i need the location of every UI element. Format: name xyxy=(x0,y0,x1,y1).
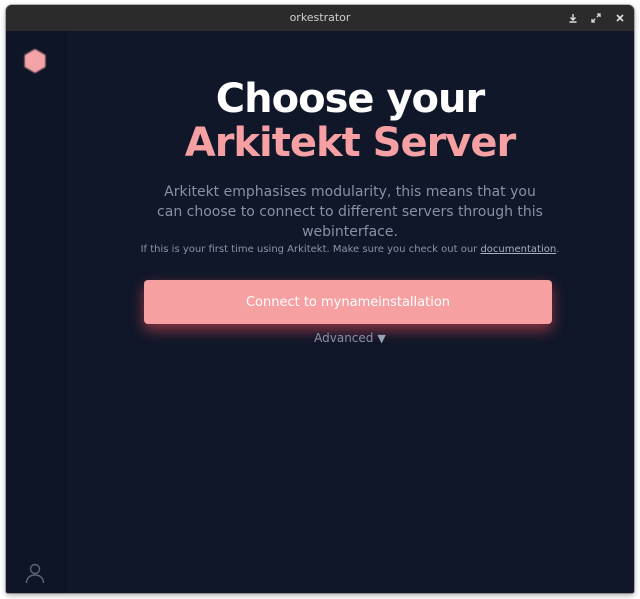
hexagon-logo-icon[interactable] xyxy=(22,48,48,74)
heading-line-2: Arkitekt Server xyxy=(184,120,517,166)
triangle-down-icon: ▼ xyxy=(377,332,386,345)
download-icon[interactable] xyxy=(565,10,581,26)
main-content: Choose your Arkitekt Server Arkitekt emp… xyxy=(66,31,634,593)
documentation-link[interactable]: documentation xyxy=(480,244,556,255)
maximize-icon[interactable] xyxy=(588,10,604,26)
page-title: Choose your Arkitekt Server xyxy=(66,77,634,165)
advanced-label: Advanced xyxy=(314,331,374,345)
user-icon[interactable] xyxy=(24,562,46,584)
first-time-note: If this is your first time using Arkitek… xyxy=(66,244,634,255)
close-icon[interactable] xyxy=(612,10,628,26)
connect-button[interactable]: Connect to mynameinstallation xyxy=(144,280,552,324)
advanced-toggle[interactable]: Advanced ▼ xyxy=(66,331,634,345)
note-prefix: If this is your first time using Arkitek… xyxy=(140,244,481,255)
app-window: orkestrator Choose your Arkitekt Server … xyxy=(6,5,634,593)
heading-line-1: Choose your xyxy=(215,76,485,122)
description-text: Arkitekt emphasises modularity, this mea… xyxy=(157,184,543,240)
sidebar xyxy=(6,31,66,593)
note-suffix: . xyxy=(556,244,560,255)
window-title: orkestrator xyxy=(289,11,351,24)
title-bar: orkestrator xyxy=(6,5,634,31)
